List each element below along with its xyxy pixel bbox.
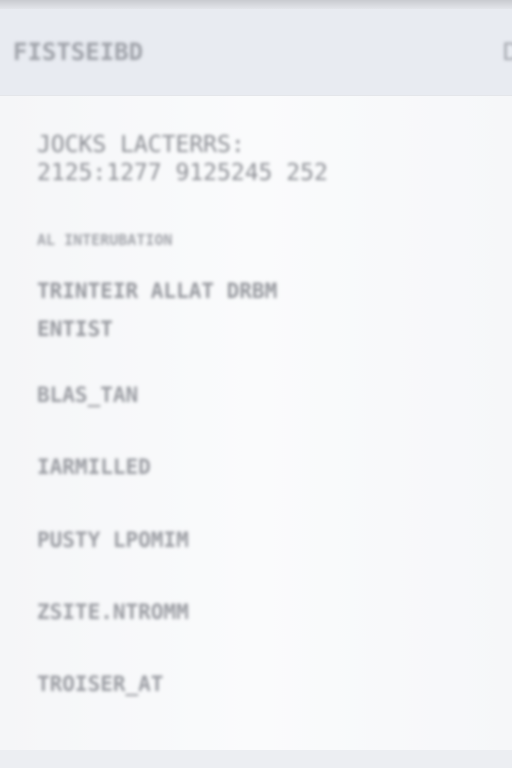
list-item[interactable]: PUSTY LPOMIM [37,528,189,552]
list-item[interactable]: ZSITE.NTROMM [37,600,189,624]
info-number: 2125:1277 9125245 252 [37,160,328,186]
field-subtitle: ENTIST [37,317,113,341]
window-bottom-edge [0,750,512,768]
info-title: JOCKS LACTERRS: [37,132,245,158]
content-panel-surface [0,96,512,751]
content-panel [0,95,512,751]
page-title: FISTSEIBD [13,38,144,66]
window-top-edge [0,0,512,9]
list-item[interactable]: IARMILLED [37,455,151,479]
field-title[interactable]: TRINTEIR ALLAT DRBM [37,279,277,303]
header-truncated-text: D [502,38,512,66]
list-item[interactable]: BLAS_TAN [37,383,138,407]
list-item[interactable]: TROISER_AT [37,672,163,696]
section-label: AL INTERUBATION [37,231,173,249]
